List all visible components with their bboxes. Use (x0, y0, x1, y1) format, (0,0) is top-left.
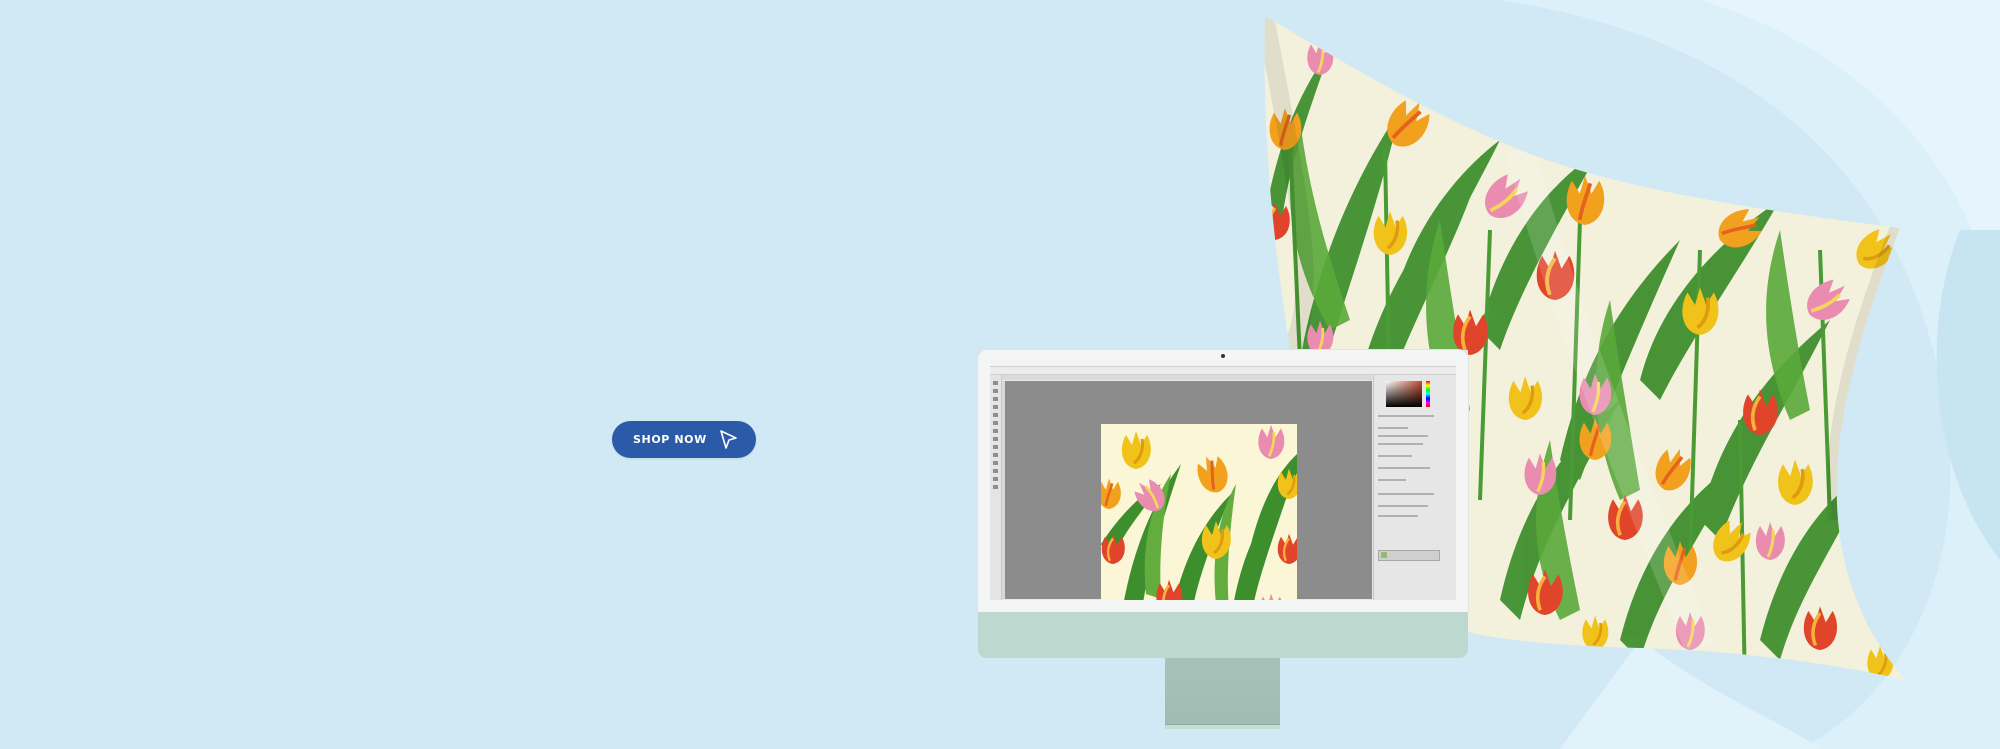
monitor-chin (978, 612, 1468, 658)
desktop-monitor (978, 350, 1468, 732)
pen-tool-icon[interactable] (993, 453, 998, 457)
panel-row (1378, 467, 1430, 469)
panel-row (1378, 455, 1412, 457)
panel-row (1378, 427, 1408, 429)
options-bar (990, 367, 1456, 375)
move-tool-icon[interactable] (993, 381, 998, 385)
monitor-screen (978, 350, 1468, 612)
panel-row (1378, 479, 1406, 481)
camera-icon (1221, 354, 1225, 358)
type-tool-icon[interactable] (993, 461, 998, 465)
cursor-arrow-icon (720, 430, 737, 449)
panel-row (1378, 505, 1428, 507)
document-canvas[interactable] (1101, 424, 1297, 600)
crop-tool-icon[interactable] (993, 405, 998, 409)
panel-row (1378, 443, 1423, 445)
panel-row (1378, 515, 1418, 517)
vertical-ruler (1002, 381, 1005, 599)
panel-header-layers (1378, 493, 1434, 495)
document-tabs[interactable] (1002, 375, 1372, 380)
shop-now-label: SHOP NOW (633, 433, 707, 446)
tulip-pattern-artwork (1101, 424, 1297, 600)
gradient-tool-icon[interactable] (993, 445, 998, 449)
eyedropper-tool-icon[interactable] (993, 413, 998, 417)
zoom-tool-icon[interactable] (993, 485, 998, 489)
shape-tool-icon[interactable] (993, 469, 998, 473)
stamp-tool-icon[interactable] (993, 429, 998, 433)
canvas-area[interactable] (1002, 381, 1372, 600)
hue-slider[interactable] (1426, 381, 1430, 407)
side-panels (1373, 375, 1456, 600)
marquee-tool-icon[interactable] (993, 389, 998, 393)
brush-tool-icon[interactable] (993, 421, 998, 425)
lasso-tool-icon[interactable] (993, 397, 998, 401)
panel-header-properties (1378, 415, 1434, 417)
panel-row (1378, 435, 1428, 437)
image-editor-window (990, 360, 1456, 600)
monitor-stand (1165, 658, 1280, 728)
hand-tool-icon[interactable] (993, 477, 998, 481)
eraser-tool-icon[interactable] (993, 437, 998, 441)
menu-bar (990, 360, 1456, 367)
layer-thumbnail (1381, 552, 1387, 558)
monitor-foot (1165, 724, 1280, 729)
color-picker[interactable] (1386, 381, 1422, 407)
layer-row[interactable] (1378, 550, 1440, 561)
shop-now-button[interactable]: SHOP NOW (612, 421, 756, 458)
tools-panel (990, 375, 1002, 600)
